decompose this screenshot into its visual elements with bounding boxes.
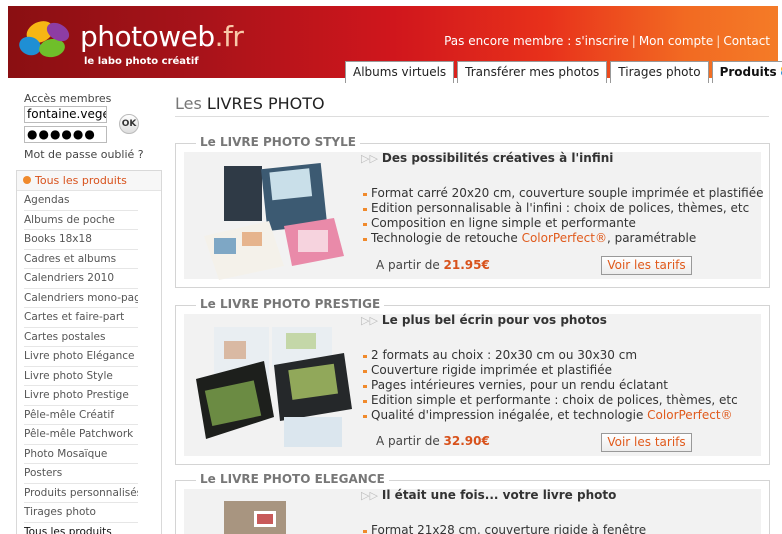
login-label: Accès membres [24,92,112,105]
livre-elegance-image [224,501,286,534]
username-field[interactable]: fontaine.vege [24,106,107,123]
flower-logo-icon [19,21,70,58]
livre-style-image [204,163,344,280]
products-nav-item[interactable]: Livre photo Prestige [24,386,138,406]
signup-link[interactable]: Pas encore membre : s'inscrire [444,34,629,48]
card-title: Le LIVRE PHOTO PRESTIGE [196,297,385,311]
products-nav-item[interactable]: Pêle-mêle Créatif [24,406,138,425]
voir-tarifs-button[interactable]: Voir les tarifs [601,433,692,452]
livre-prestige-image [196,327,352,447]
photoweb-logo[interactable]: photoweb.fr le labo photo créatif [18,14,244,70]
top-links: Pas encore membre : s'inscrire | Mon compt… [444,34,770,48]
tab-tirages-photo[interactable]: Tirages photo [610,61,709,83]
feature-list: Format carré 20x20 cm, couverture souple… [363,186,764,246]
products-nav-item[interactable]: Photo Mosaïque [24,445,138,464]
card-title: Le LIVRE PHOTO STYLE [196,135,360,149]
logo-wordmark: photoweb.fr [80,20,244,53]
products-nav-item[interactable]: Tirages photo [24,503,138,523]
products-nav-item[interactable]: Cartes postales [24,328,138,347]
site-header: photoweb.fr le labo photo créatif Pas en… [8,6,782,83]
title-divider [175,116,769,117]
feature-item: Edition simple et performante : choix de… [363,393,738,407]
price-label: A partir de 32.90€ [376,434,490,448]
product-card-elegance: Le LIVRE PHOTO ELEGANCE ▷▷ Il était une f… [175,472,770,534]
product-card-style: Le LIVRE PHOTO STYLE ▷▷ Des possibilités … [175,135,770,288]
feature-item: Format carré 20x20 cm, couverture souple… [363,186,764,200]
feature-item: Composition en ligne simple et performan… [363,216,764,231]
logo-tagline: le labo photo créatif [84,56,199,67]
products-nav-item[interactable]: Livre photo Elégance [24,347,138,367]
tab-transferer-photos[interactable]: Transférer mes photos [457,61,608,83]
products-nav-item[interactable]: Pêle-mêle Patchwork [24,425,138,445]
products-nav: Tous les produits Agendas Albums de poch… [16,170,162,534]
double-arrow-icon: ▷▷ [361,489,378,502]
products-nav-item[interactable]: Produits personnalisés [24,484,138,503]
products-nav-item[interactable]: Cartes et faire-part [24,308,138,328]
products-nav-item[interactable]: Books 18x18 [24,230,138,250]
products-nav-item[interactable]: Agendas [24,191,138,211]
card-title: Le LIVRE PHOTO ELEGANCE [196,472,389,486]
contact-link[interactable]: Contact [723,34,770,48]
tab-albums-virtuels[interactable]: Albums virtuels [345,61,455,83]
card-headline: ▷▷ Il était une fois... votre livre photo [361,488,617,502]
products-nav-header[interactable]: Tous les produits [17,171,161,191]
feature-list: Format 21x28 cm, couverture rigide à fen… [362,523,646,534]
feature-list: 2 formats au choix : 20x30 cm ou 30x30 c… [363,348,738,423]
double-arrow-icon: ▷▷ [361,314,378,327]
feature-item: Pages intérieures vernies, pour un rendu… [363,378,738,393]
feature-item: Edition personnalisable à l'infini : cho… [363,201,764,216]
products-nav-item[interactable]: Albums de poche [24,211,138,230]
product-card-prestige: Le LIVRE PHOTO PRESTIGE ▷▷ Le plus bel éc… [175,297,770,465]
page-title: Les LIVRES PHOTO [175,94,325,113]
login-ok-button[interactable]: OK [119,114,139,134]
feature-item: Technologie de retouche ColorPerfect®, p… [363,231,764,246]
voir-tarifs-button[interactable]: Voir les tarifs [601,256,692,275]
feature-item: Qualité d'impression inégalée, et techno… [363,408,738,423]
forgot-password-link[interactable]: Mot de passe oublié ? [24,148,144,161]
feature-item: Format 21x28 cm, couverture rigide à fen… [362,523,646,534]
tab-produits-label: Produits [719,65,777,79]
account-link[interactable]: Mon compte [639,34,713,48]
member-login: Accès membres fontaine.vege ●●●●●● OK Mo… [24,92,154,161]
products-nav-item[interactable]: Cadres et albums [24,250,138,269]
price-label: A partir de 21.95€ [376,258,490,272]
password-field[interactable]: ●●●●●● [24,126,107,143]
main-tabs: Albums virtuels Transférer mes photos Ti… [345,61,782,83]
card-headline: ▷▷ Des possibilités créatives à l'infini [361,151,614,165]
tab-produits[interactable]: Produits [711,61,782,83]
products-nav-item[interactable]: Livre photo Style [24,367,138,386]
feature-item: 2 formats au choix : 20x30 cm ou 30x30 c… [363,348,738,363]
products-nav-item[interactable]: Calendriers mono-page [24,289,138,308]
feature-item: Couverture rigide imprimée et plastifiée [363,363,738,378]
products-nav-item[interactable]: Posters [24,464,138,484]
products-nav-item[interactable]: Calendriers 2010 [24,269,138,289]
bullet-icon [23,176,31,184]
card-headline: ▷▷ Le plus bel écrin pour vos photos [361,313,607,327]
double-arrow-icon: ▷▷ [361,152,378,165]
products-nav-item[interactable]: Tous les produits [24,523,138,534]
